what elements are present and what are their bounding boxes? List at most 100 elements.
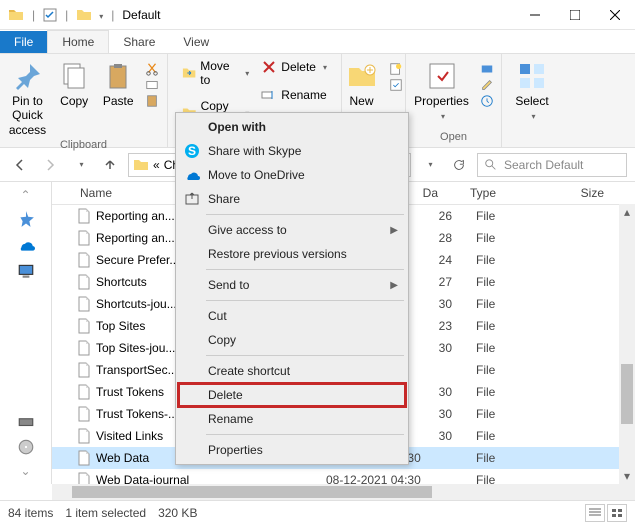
back-button[interactable]: [8, 153, 32, 177]
ctx-send-to[interactable]: Send to▶: [178, 273, 406, 297]
open-icon[interactable]: [479, 62, 495, 76]
forward-button[interactable]: [38, 153, 62, 177]
copy-icon: [58, 60, 90, 92]
file-icon: [76, 296, 92, 312]
column-type[interactable]: Type: [462, 186, 552, 200]
file-icon: [76, 208, 92, 224]
ctx-rename[interactable]: Rename: [178, 407, 406, 431]
properties-icon: [426, 60, 458, 92]
title-bar: | | | Default: [0, 0, 635, 30]
ctx-share[interactable]: Share: [178, 187, 406, 211]
file-type: File: [476, 253, 566, 267]
file-type: File: [476, 363, 566, 377]
details-view-button[interactable]: [585, 504, 605, 522]
horizontal-scrollbar[interactable]: [52, 484, 635, 500]
status-item-count: 84 items: [8, 506, 53, 520]
file-type: File: [476, 451, 566, 465]
folder-icon: [8, 7, 24, 23]
file-icon: [76, 362, 92, 378]
refresh-button[interactable]: [447, 153, 471, 177]
svg-text:S: S: [188, 144, 196, 158]
share-icon: [184, 191, 200, 207]
history-dropdown[interactable]: [68, 153, 92, 177]
file-type: File: [476, 209, 566, 223]
file-icon: [76, 274, 92, 290]
new-folder-icon: [346, 60, 378, 92]
ctx-delete[interactable]: Delete: [178, 383, 406, 407]
column-size[interactable]: Size: [552, 186, 612, 200]
file-icon: [76, 406, 92, 422]
file-icon: [76, 230, 92, 246]
file-type: File: [476, 319, 566, 333]
easy-access-icon[interactable]: [388, 78, 404, 92]
rename-icon: [261, 87, 277, 103]
search-input[interactable]: Search Default: [477, 153, 627, 177]
ribbon-tabs: File Home Share View ⌄ ?: [0, 30, 635, 54]
moveto-button[interactable]: Move to: [180, 58, 251, 88]
ctx-create-shortcut[interactable]: Create shortcut: [178, 359, 406, 383]
skype-icon: S: [184, 143, 200, 159]
vertical-scrollbar[interactable]: ▴ ▾: [619, 204, 635, 484]
close-button[interactable]: [603, 3, 627, 27]
file-icon: [76, 252, 92, 268]
tab-share[interactable]: Share: [109, 31, 169, 53]
paste-button[interactable]: Paste: [96, 58, 140, 110]
file-type: File: [476, 473, 566, 484]
pin-icon: [12, 60, 44, 92]
maximize-button[interactable]: [563, 3, 587, 27]
tab-file[interactable]: File: [0, 31, 47, 53]
checkbox-icon[interactable]: [43, 8, 57, 22]
file-type: File: [476, 341, 566, 355]
file-row[interactable]: Web Data-journal08-12-2021 04:30File: [52, 469, 635, 484]
icons-view-button[interactable]: [607, 504, 627, 522]
address-dropdown[interactable]: [417, 153, 441, 177]
paste-shortcut-icon[interactable]: [144, 94, 160, 108]
file-type: File: [476, 275, 566, 289]
properties-button[interactable]: Properties: [408, 58, 475, 125]
ctx-copy[interactable]: Copy: [178, 328, 406, 352]
ctx-cut[interactable]: Cut: [178, 304, 406, 328]
file-type: File: [476, 231, 566, 245]
ctx-give-access[interactable]: Give access to▶: [178, 218, 406, 242]
quick-access-icon[interactable]: [17, 210, 35, 228]
ctx-restore[interactable]: Restore previous versions: [178, 242, 406, 266]
copy-button[interactable]: Copy: [52, 58, 96, 110]
delete-button[interactable]: Delete: [259, 58, 329, 76]
file-type: File: [476, 297, 566, 311]
thispc-icon[interactable]: [17, 262, 35, 280]
up-button[interactable]: [98, 153, 122, 177]
file-type: File: [476, 407, 566, 421]
ctx-open-with[interactable]: Open with: [178, 115, 406, 139]
copy-path-icon[interactable]: [144, 78, 160, 92]
drive-icon[interactable]: [17, 412, 35, 430]
tab-view[interactable]: View: [169, 31, 223, 53]
file-date: 08-12-2021 04:30: [326, 473, 476, 484]
rename-button[interactable]: Rename: [259, 86, 329, 104]
ctx-skype[interactable]: SShare with Skype: [178, 139, 406, 163]
chevron-down-icon[interactable]: [96, 8, 103, 22]
file-name: Web Data-journal: [96, 473, 326, 484]
select-button[interactable]: Select: [509, 58, 554, 125]
ctx-properties[interactable]: Properties: [178, 438, 406, 462]
file-type: File: [476, 429, 566, 443]
history-icon[interactable]: [479, 94, 495, 108]
tab-home[interactable]: Home: [47, 30, 109, 53]
delete-icon: [261, 59, 277, 75]
paste-icon: [102, 60, 134, 92]
folder-icon: [133, 157, 149, 173]
file-type: File: [476, 385, 566, 399]
file-icon: [76, 318, 92, 334]
status-size: 320 KB: [158, 506, 197, 520]
new-item-icon[interactable]: [388, 62, 404, 76]
cut-icon[interactable]: [144, 62, 160, 76]
onedrive-icon[interactable]: [17, 236, 35, 254]
edit-icon[interactable]: [479, 78, 495, 92]
moveto-icon: [182, 65, 196, 81]
dvd-icon[interactable]: [17, 438, 35, 456]
minimize-button[interactable]: [523, 3, 547, 27]
file-icon: [76, 384, 92, 400]
ctx-onedrive[interactable]: Move to OneDrive: [178, 163, 406, 187]
pin-button[interactable]: Pin to Quick access: [3, 58, 52, 139]
status-selected: 1 item selected: [65, 506, 146, 520]
navigation-pane[interactable]: ⌃ ⌄: [0, 182, 52, 484]
